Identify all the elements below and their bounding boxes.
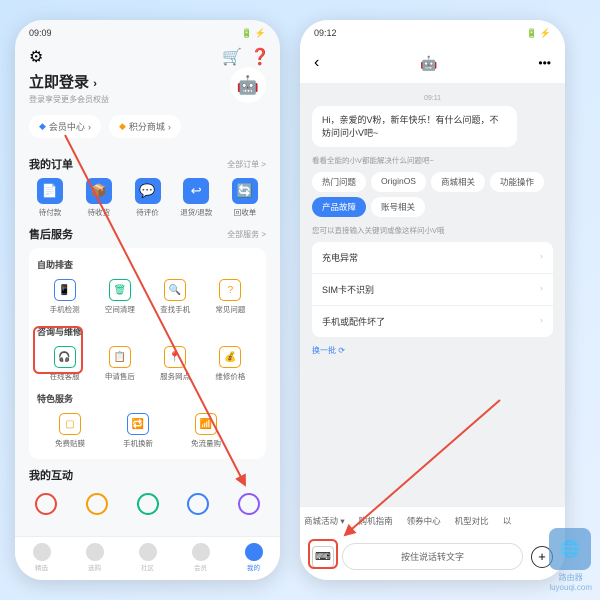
selfcheck-title: 自助排查 xyxy=(37,258,258,271)
time: 09:12 xyxy=(314,28,337,39)
nav-item[interactable]: 精选 xyxy=(33,543,51,572)
service-item[interactable]: 📶免流量购 xyxy=(181,413,231,449)
tag-item[interactable]: 机型对比 xyxy=(455,515,489,527)
aftersale-card: 自助排查 📱手机检测🗑空间清理🔍查找手机?常见问题 咨询与维修 🎧在线客服📋申请… xyxy=(29,248,266,459)
hint-2: 您可以直接输入关键词或像这样问小V哦 xyxy=(312,225,553,236)
battery: 🔋 ⚡ xyxy=(241,28,266,39)
phone-left: 09:09 🔋 ⚡ ⚙ 🛒 ❓ 立即登录 › 登录享受更多会员权益 🤖 ◆会员中… xyxy=(15,20,280,580)
cart-icon[interactable]: 🛒 xyxy=(222,47,238,63)
points-mall-pill[interactable]: ◆积分商城 › xyxy=(109,115,181,138)
nav-item[interactable]: 社区 xyxy=(139,543,157,572)
topic-chip[interactable]: 产品故障 xyxy=(312,197,366,217)
service-item[interactable]: 📍服务网点 xyxy=(150,346,200,382)
service-item[interactable]: 🎧在线客服 xyxy=(40,346,90,382)
service-item[interactable]: 🗑空间清理 xyxy=(95,279,145,315)
interact-item[interactable] xyxy=(35,493,57,515)
order-item[interactable]: 📄待付款 xyxy=(29,178,71,218)
phone-right: 09:12 🔋 ⚡ ‹ 🤖 ••• 09:11 Hi，亲爱的V粉，新年快乐！有什… xyxy=(300,20,565,580)
tag-item[interactable]: 商城活动 ▾ xyxy=(304,515,345,527)
service-item[interactable]: 🔍查找手机 xyxy=(150,279,200,315)
orders-title: 我的订单 xyxy=(29,156,73,172)
order-item[interactable]: 📦待收货 xyxy=(78,178,120,218)
interact-item[interactable] xyxy=(86,493,108,515)
service-item[interactable]: 📱手机检测 xyxy=(40,279,90,315)
login-section[interactable]: 立即登录 › 登录享受更多会员权益 🤖 xyxy=(15,71,280,115)
more-icon[interactable]: ••• xyxy=(538,56,551,70)
service-item[interactable]: 🔁手机换新 xyxy=(113,413,163,449)
keyboard-icon[interactable]: ⌨ xyxy=(312,546,334,568)
consult-title: 咨询与维修 xyxy=(37,325,258,338)
topic-chip[interactable]: 商城相关 xyxy=(431,172,485,192)
topic-chips: 热门问题OriginOS商城相关功能操作产品故障账号相关 xyxy=(312,172,553,217)
order-item[interactable]: 🔄回收单 xyxy=(224,178,266,218)
tag-item[interactable]: 以 xyxy=(503,515,512,527)
aftersale-more[interactable]: 全部服务 > xyxy=(227,229,266,240)
nav-item[interactable]: 选购 xyxy=(86,543,104,572)
service-item[interactable]: ?常见问题 xyxy=(205,279,255,315)
interact-item[interactable] xyxy=(187,493,209,515)
nav-item[interactable]: 我的 xyxy=(245,543,263,572)
time: 09:09 xyxy=(29,28,52,39)
tag-row: 商城活动 ▾ 购机指南 领券中心 机型对比 以 xyxy=(300,506,565,535)
orders-more[interactable]: 全部订单 > xyxy=(227,159,266,170)
voice-input[interactable]: 按住说话转文字 xyxy=(342,543,523,570)
tag-item[interactable]: 领券中心 xyxy=(407,515,441,527)
status-bar: 09:12 🔋 ⚡ xyxy=(300,20,565,43)
avatar[interactable]: 🤖 xyxy=(230,67,266,103)
watermark-logo: 🌐 xyxy=(549,528,591,570)
back-icon[interactable]: ‹ xyxy=(314,54,319,72)
login-title: 立即登录 xyxy=(29,74,89,91)
quick-question[interactable]: 充电异常› xyxy=(312,242,553,274)
login-sub: 登录享受更多会员权益 xyxy=(29,94,266,105)
quick-questions: 充电异常›SIM卡不识别›手机或配件坏了› xyxy=(312,242,553,337)
interact-item[interactable] xyxy=(137,493,159,515)
interact-item[interactable] xyxy=(238,493,260,515)
topic-chip[interactable]: 账号相关 xyxy=(371,197,425,217)
service-item[interactable]: 📋申请售后 xyxy=(95,346,145,382)
timestamp: 09:11 xyxy=(312,95,553,102)
order-item[interactable]: ↩退货/退款 xyxy=(175,178,217,218)
chat-header: ‹ 🤖 ••• xyxy=(300,43,565,83)
status-bar: 09:09 🔋 ⚡ xyxy=(15,20,280,43)
watermark: 🌐 路由器luyouqi.com xyxy=(549,528,592,592)
topic-chip[interactable]: 功能操作 xyxy=(490,172,544,192)
settings-icon[interactable]: ⚙ xyxy=(29,47,45,63)
topic-chip[interactable]: OriginOS xyxy=(371,172,426,192)
special-title: 特色服务 xyxy=(37,392,258,405)
tag-item[interactable]: 购机指南 xyxy=(359,515,393,527)
chat-area: 09:11 Hi，亲爱的V粉，新年快乐！有什么问题，不妨问问小V吧~ 看看全能的… xyxy=(300,83,565,506)
battery: 🔋 ⚡ xyxy=(526,28,551,39)
greeting-bubble: Hi，亲爱的V粉，新年快乐！有什么问题，不妨问问小V吧~ xyxy=(312,106,517,147)
topic-chip[interactable]: 热门问题 xyxy=(312,172,366,192)
input-bar: ⌨ 按住说话转文字 + xyxy=(300,535,565,580)
service-item[interactable]: ▢免费贴膜 xyxy=(45,413,95,449)
chat-avatar: 🤖 xyxy=(415,49,443,77)
pills: ◆会员中心 › ◆积分商城 › xyxy=(15,115,280,148)
interact-title: 我的互动 xyxy=(29,467,73,483)
service-item[interactable]: 💰维修价格 xyxy=(205,346,255,382)
nav-item[interactable]: 会员 xyxy=(192,543,210,572)
refresh-link[interactable]: 换一批 ⟳ xyxy=(312,345,553,356)
header: ⚙ 🛒 ❓ xyxy=(15,43,280,71)
orders-row: 📄待付款📦待收货💬待评价↩退货/退款🔄回收单 xyxy=(29,178,266,218)
member-center-pill[interactable]: ◆会员中心 › xyxy=(29,115,101,138)
help-icon[interactable]: ❓ xyxy=(250,47,266,63)
hint-1: 看看全能的小V都能解决什么问题吧~ xyxy=(312,155,553,166)
aftersale-title: 售后服务 xyxy=(29,226,73,242)
quick-question[interactable]: SIM卡不识别› xyxy=(312,274,553,306)
bottom-nav: 精选 选购 社区 会员 我的 xyxy=(15,536,280,580)
order-item[interactable]: 💬待评价 xyxy=(127,178,169,218)
quick-question[interactable]: 手机或配件坏了› xyxy=(312,306,553,337)
